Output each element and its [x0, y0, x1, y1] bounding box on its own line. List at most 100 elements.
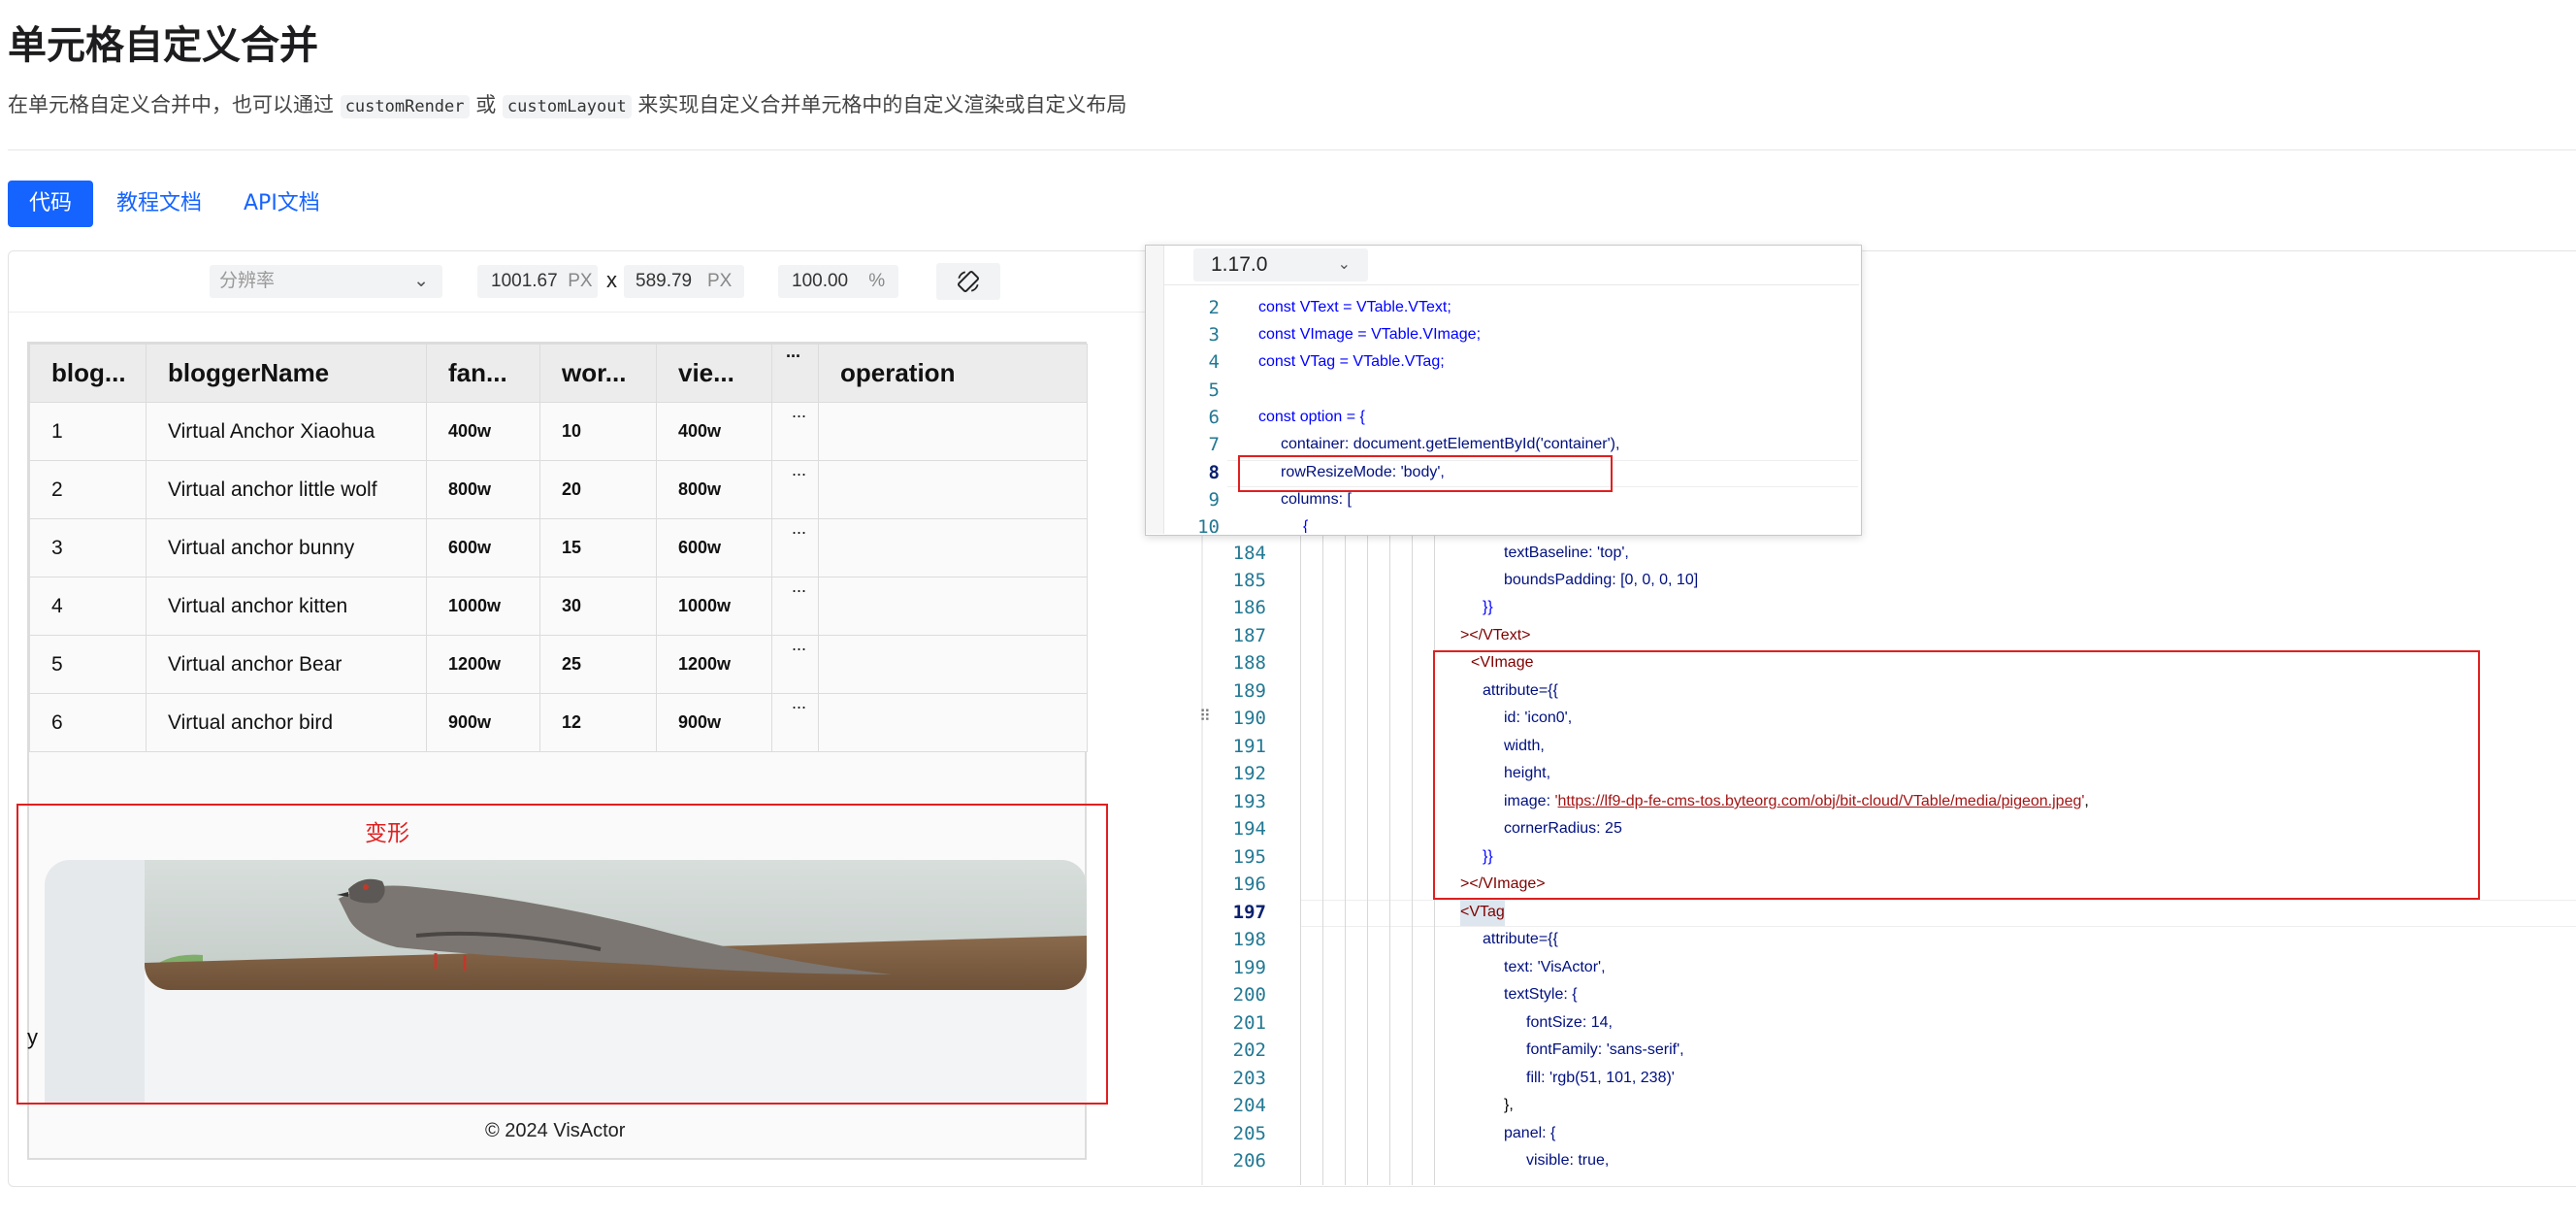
desc-prefix: 在单元格自定义合并中，也可以通过: [8, 93, 334, 116]
data-table: blog... bloggerName fan... wor... vie...…: [29, 344, 1088, 752]
line-number: 202: [1232, 1040, 1266, 1061]
cell-views: 600w: [656, 518, 772, 578]
line-number: 3: [1208, 324, 1220, 346]
table-row[interactable]: 3 Virtual anchor bunny 600w 15 600w ...: [29, 518, 1088, 578]
cell-works: 15: [539, 518, 657, 578]
decl-vtext: const VText = VTable.VText;: [1258, 299, 1451, 315]
annotation-box-vimage: [1433, 650, 2480, 900]
cell-fans: 900w: [426, 693, 540, 752]
line-number: 189: [1232, 680, 1266, 702]
cell-operation: [818, 460, 1088, 519]
line-number: 200: [1232, 984, 1266, 1006]
height-unit: PX: [706, 271, 733, 291]
cell-id: 4: [29, 577, 147, 636]
line-number: 194: [1232, 818, 1266, 840]
cell-id: 1: [29, 402, 147, 461]
line-number: 2: [1208, 297, 1220, 318]
indent-guide: [1412, 530, 1413, 1185]
cell-works: 20: [539, 460, 657, 519]
code-line: fontFamily: 'sans-serif',: [1526, 1041, 1684, 1058]
cell-fans: 400w: [426, 402, 540, 461]
cell-fans: 1200w: [426, 635, 540, 694]
table-row[interactable]: 6 Virtual anchor bird 900w 12 900w ...: [29, 693, 1088, 752]
line-number: 184: [1232, 543, 1266, 564]
cell-name: Virtual anchor Bear: [146, 635, 427, 694]
table-row[interactable]: 4 Virtual anchor kitten 1000w 30 1000w .…: [29, 577, 1088, 636]
annotation-box-rowresize: [1238, 455, 1613, 492]
line-number: 198: [1232, 929, 1266, 950]
code-custom-render: customRender: [340, 95, 470, 118]
size-separator: x: [606, 268, 617, 292]
indent-guide: [1300, 530, 1301, 1185]
line-number: 204: [1232, 1095, 1266, 1116]
indent-guide: [1367, 530, 1368, 1185]
width-unit: PX: [568, 271, 593, 291]
header-more[interactable]: ...: [771, 344, 819, 403]
header-views[interactable]: vie...: [656, 344, 772, 403]
header-blogger-id[interactable]: blog...: [29, 344, 147, 403]
line-number: 203: [1232, 1068, 1266, 1089]
cell-fans: 600w: [426, 518, 540, 578]
code-line: fill: 'rgb(51, 101, 238)': [1526, 1070, 1675, 1086]
zoom-input[interactable]: 100.00 %: [778, 265, 898, 298]
cell-id: 2: [29, 460, 147, 519]
cell-name: Virtual Anchor Xiaohua: [146, 402, 427, 461]
tab-code[interactable]: 代码: [8, 181, 94, 227]
indent-guide: [1322, 530, 1323, 1185]
cell-works: 25: [539, 635, 657, 694]
cell-operation: [818, 518, 1088, 578]
line-number: 4: [1208, 351, 1220, 373]
line-number: 192: [1232, 763, 1266, 784]
annotation-deform-label: 变形: [365, 821, 409, 846]
header-operation[interactable]: operation: [818, 344, 1088, 403]
line-number-current: 8: [1208, 462, 1220, 483]
popup-code-editor[interactable]: [1145, 245, 1862, 536]
cell-views: 900w: [656, 693, 772, 752]
page-description: 在单元格自定义合并中，也可以通过 customRender 或 customLa…: [8, 89, 1126, 118]
code-line-current: <VTag: [1460, 899, 1505, 926]
code-line: {: [1303, 518, 1309, 533]
line-number: 195: [1232, 846, 1266, 868]
chevron-down-icon: ⌄: [1337, 256, 1351, 273]
code-line: panel: {: [1504, 1125, 1556, 1141]
header-fans[interactable]: fan...: [426, 344, 540, 403]
header-works[interactable]: wor...: [539, 344, 657, 403]
chevron-down-icon: ⌄: [413, 271, 429, 291]
cell-more: ...: [771, 518, 819, 578]
line-number: 10: [1197, 516, 1220, 533]
line-number: 205: [1232, 1123, 1266, 1144]
cell-more: ...: [771, 460, 819, 519]
code-line: const option = {: [1258, 404, 1365, 431]
header-blogger-name[interactable]: bloggerName: [146, 344, 427, 403]
width-input[interactable]: 1001.67 PX: [477, 265, 598, 298]
cell-works: 12: [539, 693, 657, 752]
resolution-placeholder: 分辨率: [219, 271, 276, 291]
height-input[interactable]: 589.79 PX: [624, 265, 744, 298]
cell-id: 6: [29, 693, 147, 752]
cell-views: 1200w: [656, 635, 772, 694]
cell-views: 800w: [656, 460, 772, 519]
height-value: 589.79: [636, 271, 693, 291]
resolution-select[interactable]: 分辨率 ⌄: [210, 265, 442, 298]
cell-more: ...: [771, 635, 819, 694]
cell-name: Virtual anchor kitten: [146, 577, 427, 636]
preview-toolbar: [9, 251, 1202, 313]
cell-name: Virtual anchor bunny: [146, 518, 427, 578]
tab-tutorial[interactable]: 教程文档: [95, 181, 223, 227]
tab-api[interactable]: API文档: [222, 181, 342, 227]
line-number: 199: [1232, 957, 1266, 978]
line-number: 188: [1232, 652, 1266, 674]
table-row[interactable]: 2 Virtual anchor little wolf 800w 20 800…: [29, 460, 1088, 519]
annotation-box-image: [16, 804, 1108, 1105]
line-number: 185: [1232, 570, 1266, 591]
code-line: attribute={{: [1483, 931, 1558, 947]
table-row[interactable]: 5 Virtual anchor Bear 1200w 25 1200w ...: [29, 635, 1088, 694]
line-number: 206: [1232, 1150, 1266, 1172]
version-select[interactable]: 1.17.0 ⌄: [1193, 248, 1368, 281]
code-line: text: 'VisActor',: [1504, 959, 1606, 975]
code-line: textStyle: {: [1504, 986, 1578, 1003]
table-header-row: blog... bloggerName fan... wor... vie...…: [29, 344, 1088, 403]
desc-or: 或: [475, 93, 497, 116]
table-row[interactable]: 1 Virtual Anchor Xiaohua 400w 10 400w ..…: [29, 402, 1088, 461]
rotate-button[interactable]: [936, 263, 1000, 300]
